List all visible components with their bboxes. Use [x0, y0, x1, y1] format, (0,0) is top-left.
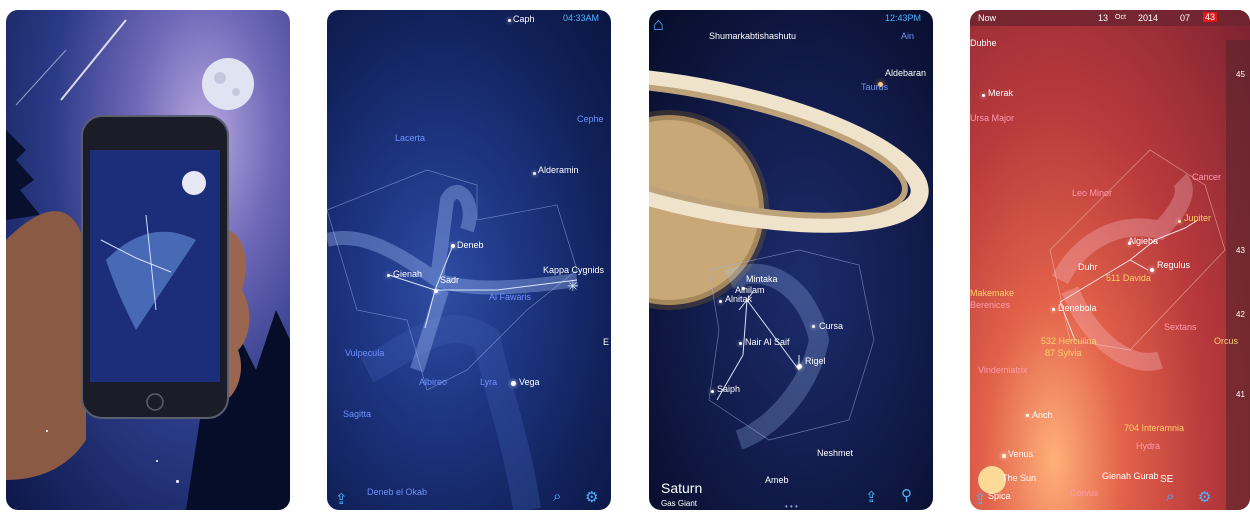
constellation-label-sextans[interactable]: Sextans [1164, 322, 1197, 332]
date-year[interactable]: 2014 [1138, 13, 1158, 23]
star-label-al-fawaris[interactable]: Al Fawaris [489, 292, 531, 302]
hand [6, 211, 86, 480]
date-month[interactable]: Oct [1115, 14, 1126, 21]
slider-tick-45: 45 [1236, 70, 1245, 79]
star-label-nair-al-saif[interactable]: Nair Al Saif [745, 337, 790, 347]
constellation-label-ursa-major[interactable]: Ursa Major [970, 113, 1014, 123]
meteor-shower-label-kappa-cygnids[interactable]: Kappa Cygnids [543, 265, 604, 275]
radiant-icon: ✳ [567, 278, 579, 294]
star-label-alnitak[interactable]: Alnitak [725, 294, 752, 304]
constellation-label-cancer[interactable]: Cancer [1192, 172, 1221, 182]
star-label-vega[interactable]: Vega [519, 377, 540, 387]
sky-view-saturn: ⌂ 12:43PM Shumarkabtishashutu Ain Aldeba… [649, 10, 933, 510]
promo-screenshot-ar [6, 10, 290, 510]
time-minute[interactable]: 43 [1203, 12, 1218, 22]
constellation-label-lacerta[interactable]: Lacerta [395, 133, 425, 143]
star-label-deneb[interactable]: Deneb [457, 240, 484, 250]
constellation-label-leo-minor[interactable]: Leo Minor [1072, 188, 1112, 198]
search-icon[interactable]: ⌕ [553, 488, 561, 505]
planet-name[interactable]: Saturn [661, 480, 702, 496]
gear-icon[interactable]: ⚙ [585, 488, 598, 506]
compass-direction-se: SE [1160, 474, 1174, 485]
share-icon[interactable]: ⇪ [974, 490, 987, 508]
planet-label-venus[interactable]: Venus [1008, 449, 1033, 459]
constellation-label-lyra[interactable]: Lyra [480, 377, 497, 387]
constellation-label-cepheus[interactable]: Cephe [577, 114, 604, 124]
constellation-label-vulpecula[interactable]: Vulpecula [345, 348, 384, 358]
shooting-star [15, 49, 67, 106]
asteroid-label-511-davida[interactable]: 511 Davida [1106, 273, 1151, 283]
star-label-aldebaran[interactable]: Aldebaran [885, 68, 926, 78]
star-label-regulus[interactable]: Regulus [1157, 260, 1190, 270]
star-label-duhr[interactable]: Duhr [1078, 262, 1098, 272]
star-label-ameb[interactable]: Ameb [765, 475, 789, 485]
star-label-spica[interactable]: Spica [988, 491, 1011, 501]
saturn-layer [649, 67, 929, 450]
phone-moon [182, 171, 206, 195]
time-hour[interactable]: 07 [1180, 13, 1190, 23]
constellation-label-coma-berenices[interactable]: Berenices [970, 300, 1010, 310]
star-label-shumarkabtishashutu[interactable]: Shumarkabtishashutu [709, 31, 796, 41]
star-label-neshmet[interactable]: Neshmet [817, 448, 853, 458]
sun-label[interactable]: The Sun [1002, 473, 1036, 483]
star-label-denebola[interactable]: Denebola [1058, 303, 1097, 313]
night-sky-scene [6, 19, 290, 510]
moon [202, 58, 254, 110]
asteroid-label-532-herculina[interactable]: 532 Herculina [1041, 336, 1097, 346]
star-label-algieba[interactable]: Algieba [1128, 236, 1158, 246]
shooting-star [60, 19, 127, 101]
star-label-albireo[interactable]: Albireo [419, 377, 447, 387]
asteroid-label-87-sylvia[interactable]: 87 Sylvia [1045, 348, 1082, 358]
asteroid-label-704-interamnia[interactable]: 704 Interamnia [1124, 423, 1184, 433]
sky-view-cygnus: 04:33AM Caph Cephe Lacerta Alderamin Den… [327, 10, 611, 510]
planet-label-jupiter[interactable]: Jupiter [1184, 213, 1211, 223]
clock: 04:33AM [562, 13, 599, 23]
sky-view-leo: Now 13 Oct 2014 07 43 45 43 42 41 Dubhe … [970, 10, 1250, 510]
leo-layer [970, 10, 1250, 510]
star-label-rigel[interactable]: Rigel [805, 356, 826, 366]
planet-type: Gas Giant [661, 499, 698, 508]
star-label-anch[interactable]: Anch [1032, 410, 1053, 420]
star-label-alderamin[interactable]: Alderamin [538, 165, 579, 175]
slider-tick-42: 42 [1236, 310, 1245, 319]
share-icon[interactable]: ⇪ [335, 490, 348, 508]
time-slider-track [1226, 40, 1250, 510]
dwarf-planet-label-orcus[interactable]: Orcus [1214, 336, 1238, 346]
telescope-icon[interactable]: ⚲ [901, 486, 912, 504]
tree-silhouette [6, 130, 40, 220]
constellation-label-corvus[interactable]: Corvus [1070, 488, 1099, 498]
star-label-gienah[interactable]: Gienah [393, 269, 422, 279]
constellation-layer [327, 169, 578, 510]
star-label-saiph[interactable]: Saiph [717, 384, 740, 394]
star-label-mintaka[interactable]: Mintaka [746, 274, 778, 284]
date-day[interactable]: 13 [1098, 13, 1108, 23]
share-icon[interactable]: ⇪ [865, 488, 878, 506]
clock: 12:43PM [884, 13, 921, 23]
star-label-caph[interactable]: Caph [513, 14, 535, 24]
star-label-gienah-gurab[interactable]: Gienah Gurab [1102, 471, 1159, 481]
constellation-label-hydra[interactable]: Hydra [1136, 441, 1160, 451]
gear-icon[interactable]: ⚙ [1198, 488, 1211, 506]
constellation-label-taurus[interactable]: Taurus [861, 82, 888, 92]
star-label-vindemiatrix[interactable]: Vindemiatrix [978, 365, 1027, 375]
milky-way [360, 315, 541, 510]
star-label-dubhe[interactable]: Dubhe [970, 38, 997, 48]
constellation-label-sagitta[interactable]: Sagitta [343, 409, 371, 419]
now-button[interactable]: Now [978, 13, 996, 23]
search-icon[interactable]: ⌕ [1166, 488, 1174, 505]
star-label-ain[interactable]: Ain [901, 31, 914, 41]
dwarf-planet-label-makemake[interactable]: Makemake [970, 288, 1014, 298]
page-dots: • • • [785, 502, 798, 510]
home-icon[interactable]: ⌂ [653, 14, 664, 35]
slider-tick-43[interactable]: 43 [1236, 246, 1245, 255]
star-label-sadr[interactable]: Sadr [440, 275, 459, 285]
star-label-merak[interactable]: Merak [988, 88, 1013, 98]
slider-tick-41: 41 [1236, 390, 1245, 399]
star-label-cursa[interactable]: Cursa [819, 321, 843, 331]
star-label-deneb-el-okab[interactable]: Deneb el Okab [367, 487, 427, 497]
